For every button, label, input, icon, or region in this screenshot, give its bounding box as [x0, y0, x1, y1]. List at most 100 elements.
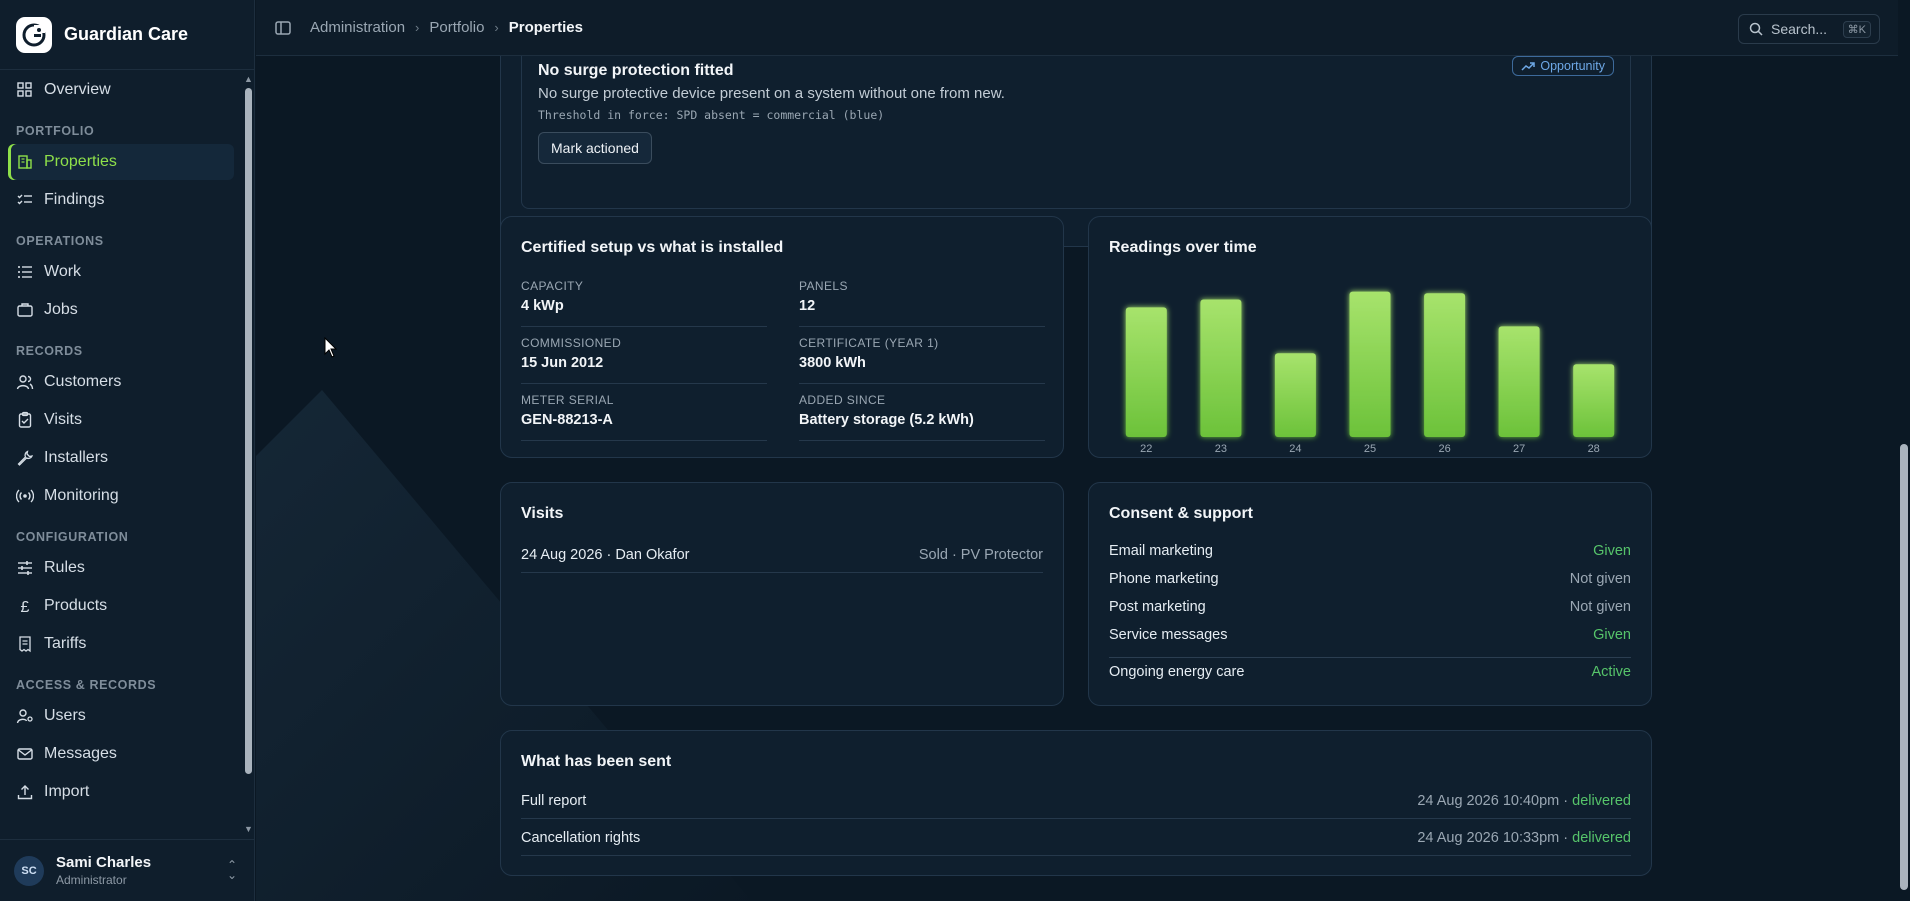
mark-actioned-button[interactable]: Mark actioned: [538, 132, 652, 164]
sidebar-item-label: Visits: [44, 411, 82, 428]
readings-chart-card: Readings over time 22 23 24 25 26 27 28: [1088, 216, 1652, 458]
spec-label: CERTIFICATE (YEAR 1): [799, 336, 939, 350]
finding-item: No surge protection fitted No surge prot…: [521, 56, 1631, 209]
mouse-cursor-icon: [324, 337, 338, 358]
search-icon: [1749, 22, 1763, 36]
sidebar-item-monitoring[interactable]: Monitoring: [8, 478, 234, 514]
user-text: Sami Charles Administrator: [56, 854, 151, 887]
chart-x-tick-label: 28: [1588, 443, 1600, 455]
breadcrumb-portfolio[interactable]: Portfolio: [429, 19, 484, 36]
wrench-icon: [16, 449, 34, 467]
spec-value: 12: [799, 298, 816, 314]
spec-label: ADDED SINCE: [799, 393, 886, 407]
sidebar-item-messages[interactable]: Messages: [8, 736, 234, 772]
sidebar-item-properties[interactable]: Properties: [8, 144, 234, 180]
checklist-icon: [16, 191, 34, 209]
broadcast-icon: [16, 487, 34, 505]
brand[interactable]: Guardian Care: [0, 0, 254, 70]
spec-value: 4 kWp: [521, 298, 564, 314]
sent-timestamp: 24 Aug 2026 10:40pm: [1417, 793, 1560, 809]
consent-row-ongoing-care: Ongoing energy care Active: [1109, 664, 1631, 686]
sidebar-item-visits[interactable]: Visits: [8, 402, 234, 438]
sidebar-item-label: Work: [44, 263, 82, 280]
sidebar-item-label: Findings: [44, 191, 105, 208]
sidebar-item-label: Products: [44, 597, 108, 614]
clipboard-icon: [16, 411, 34, 429]
sent-meta: 24 Aug 2026 10:40pm · delivered: [1417, 793, 1631, 809]
consent-row-phone: Phone marketing Not given: [1109, 571, 1631, 593]
chevron-up-down-icon[interactable]: ⌃ ⌄: [227, 859, 237, 881]
sidebar-item-overview[interactable]: Overview: [8, 72, 234, 108]
chart-x-tick-label: 25: [1364, 443, 1376, 455]
user-name: Sami Charles: [56, 854, 152, 871]
sent-row-cancellation-rights[interactable]: Cancellation rights 24 Aug 2026 10:33pm …: [521, 824, 1631, 856]
brand-name: Guardian Care: [64, 24, 189, 44]
consent-value: Given: [1593, 543, 1631, 559]
building-icon: [16, 153, 34, 171]
sidebar-item-rules[interactable]: Rules: [8, 550, 234, 586]
scroll-up-arrow-icon[interactable]: ▲: [242, 72, 255, 86]
user-menu[interactable]: SC Sami Charles Administrator ⌃ ⌄: [0, 839, 255, 901]
consent-value: Not given: [1569, 571, 1631, 587]
spec-value: 15 Jun 2012: [521, 355, 604, 371]
page-scrollbar[interactable]: [1898, 0, 1910, 901]
sidebar-item-import[interactable]: Import: [8, 774, 234, 810]
user-role: Administrator: [56, 873, 127, 887]
sidebar-item-jobs[interactable]: Jobs: [8, 292, 234, 328]
chart-bar[interactable]: [1274, 353, 1316, 437]
spec-label: CAPACITY: [521, 279, 584, 293]
spec-label: PANELS: [799, 279, 848, 293]
sidebar-toggle-icon[interactable]: [274, 19, 292, 37]
spec-label: METER SERIAL: [521, 393, 614, 407]
breadcrumb-administration[interactable]: Administration: [310, 19, 405, 36]
finding-description: No surge protective device present on a …: [538, 85, 1005, 102]
sidebar-item-label: Installers: [44, 449, 109, 466]
consent-label: Ongoing energy care: [1109, 664, 1245, 680]
chart-bar[interactable]: [1498, 326, 1540, 437]
sidebar-item-users[interactable]: Users: [8, 698, 234, 734]
chart-bar[interactable]: [1125, 307, 1167, 437]
sidebar-item-work[interactable]: Work: [8, 254, 234, 290]
sent-title: What has been sent: [521, 753, 672, 770]
sidebar-item-label: Overview: [44, 81, 111, 98]
search-button[interactable]: Search... ⌘K: [1738, 14, 1880, 44]
sidebar-item-installers[interactable]: Installers: [8, 440, 234, 476]
sidebar-item-customers[interactable]: Customers: [8, 364, 234, 400]
chart-x-tick-label: 27: [1513, 443, 1525, 455]
chart-bar[interactable]: [1200, 299, 1242, 438]
sidebar-scrollbar[interactable]: ▲ ▼: [242, 70, 255, 838]
sidebar-scroll-thumb[interactable]: [245, 88, 252, 774]
sidebar-nav: Overview PORTFOLIO Properties Findings OPERA…: [0, 70, 242, 838]
delivered-status: delivered: [1572, 793, 1631, 809]
sidebar-item-label: Users: [44, 707, 86, 724]
consent-value: Not given: [1569, 599, 1631, 615]
chart-bar[interactable]: [1573, 364, 1615, 437]
sidebar-item-findings[interactable]: Findings: [8, 182, 234, 218]
consent-value: Given: [1593, 627, 1631, 643]
sent-label: Full report: [521, 793, 587, 809]
chevron-right-icon: ›: [494, 20, 499, 35]
sidebar-item-label: Jobs: [44, 301, 78, 318]
svg-text:£: £: [21, 599, 30, 615]
sliders-icon: [16, 559, 34, 577]
page-scroll-thumb[interactable]: [1900, 444, 1908, 890]
spec-added-since: ADDED SINCE Battery storage (5.2 kWh): [799, 393, 1045, 441]
consent-label: Email marketing: [1109, 543, 1213, 559]
chart-bar[interactable]: [1349, 291, 1391, 437]
breadcrumb-properties: Properties: [508, 19, 583, 36]
spec-commissioned: COMMISSIONED 15 Jun 2012: [521, 336, 767, 384]
visit-row[interactable]: 24 Aug 2026 · Dan Okafor Sold · PV Prote…: [521, 543, 1043, 573]
brand-logo: [16, 16, 52, 53]
sidebar-item-products[interactable]: £ Products: [8, 588, 234, 624]
spec-value: 3800 kWh: [799, 355, 866, 371]
spec-certificate: CERTIFICATE (YEAR 1) 3800 kWh: [799, 336, 1045, 384]
nav-section-label: ACCESS & RECORDS: [16, 678, 157, 692]
sidebar-item-tariffs[interactable]: Tariffs: [8, 626, 234, 662]
spec-panels: PANELS 12: [799, 279, 1045, 327]
visits-title: Visits: [521, 505, 564, 522]
sent-row-full-report[interactable]: Full report 24 Aug 2026 10:40pm · delive…: [521, 787, 1631, 819]
consent-title: Consent & support: [1109, 505, 1253, 522]
scroll-down-arrow-icon[interactable]: ▼: [242, 822, 255, 836]
chart-bar[interactable]: [1424, 293, 1466, 437]
chart-x-tick-label: 26: [1438, 443, 1450, 455]
